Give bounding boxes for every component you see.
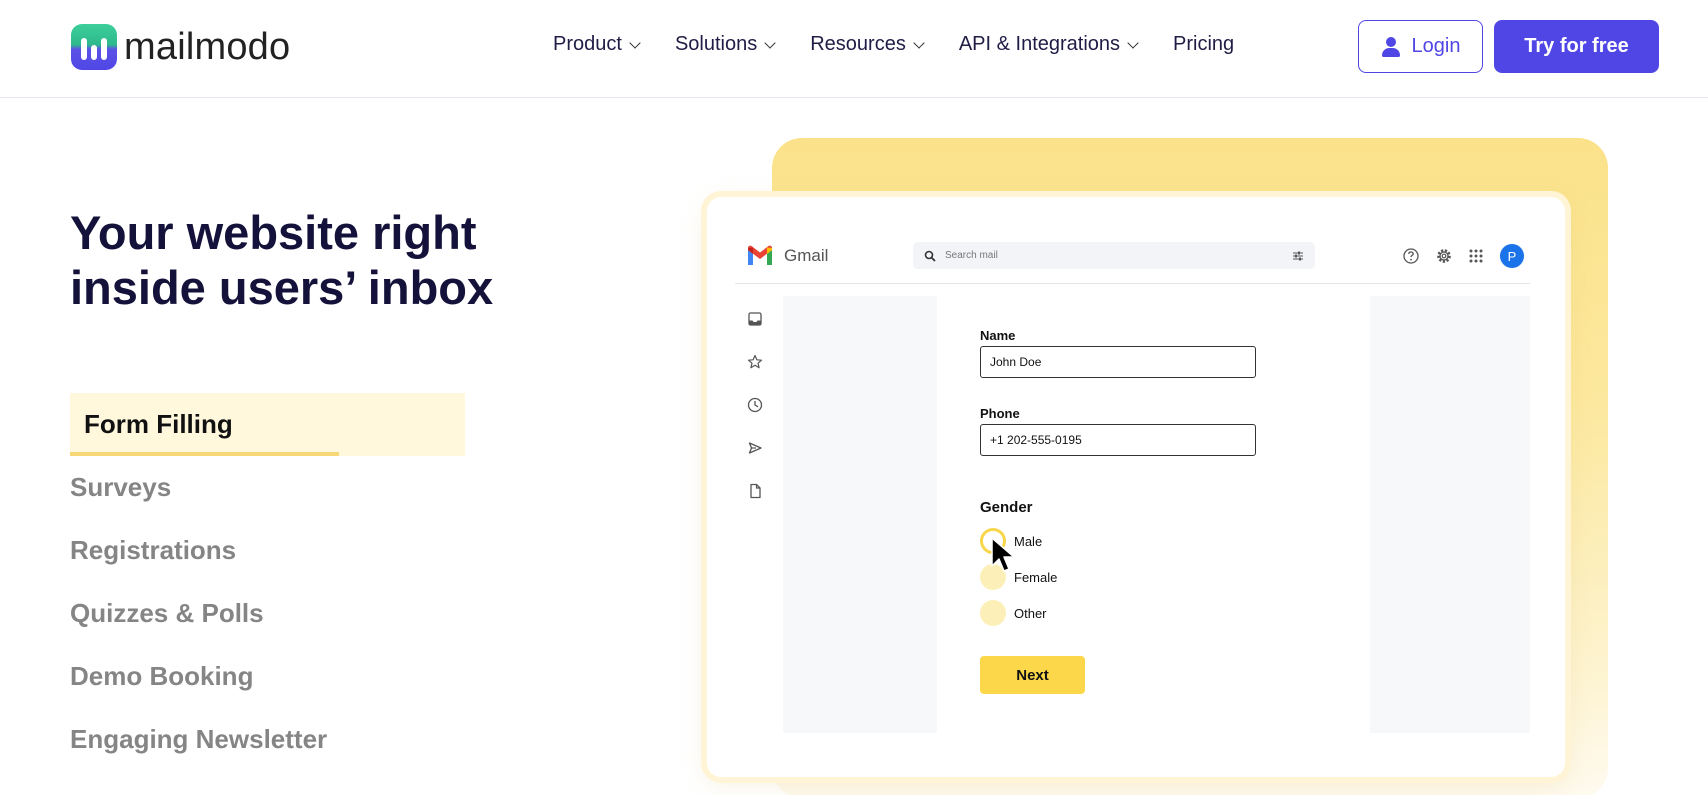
clock-icon[interactable] <box>746 396 764 414</box>
email-list-panel <box>783 296 937 733</box>
feature-tab-demo-booking[interactable]: Demo Booking <box>70 645 465 708</box>
hero-title: Your website right inside users’ inbox <box>70 206 494 314</box>
gender-option-other[interactable]: Other <box>980 600 1047 626</box>
login-label: Login <box>1411 35 1461 57</box>
gmail-search-bar[interactable]: Search mail <box>913 242 1315 269</box>
help-icon[interactable] <box>1402 247 1420 265</box>
nav-pricing-label: Pricing <box>1173 33 1235 55</box>
feature-tabs: Form Filling Surveys Registrations Quizz… <box>70 393 465 771</box>
mouse-pointer-icon <box>991 537 1015 572</box>
next-button[interactable]: Next <box>980 656 1085 694</box>
chevron-down-icon <box>1127 36 1139 49</box>
apps-grid-icon[interactable] <box>1467 247 1485 265</box>
gender-label: Gender <box>980 499 1033 516</box>
feature-tab-engaging-newsletter[interactable]: Engaging Newsletter <box>70 708 465 771</box>
nav-pricing[interactable]: Pricing <box>1173 33 1234 56</box>
gmail-header-divider <box>735 283 1530 284</box>
radio-label-other: Other <box>1014 605 1047 621</box>
phone-field-label: Phone <box>980 406 1020 421</box>
nav-api-integrations[interactable]: API & Integrations <box>958 33 1139 56</box>
login-button[interactable]: Login <box>1358 20 1483 73</box>
radio-label-male: Male <box>1014 533 1043 549</box>
draft-file-icon[interactable] <box>746 482 764 500</box>
feature-tab-registrations[interactable]: Registrations <box>70 519 465 582</box>
gmail-logo: Gmail <box>746 245 828 267</box>
try-for-free-button[interactable]: Try for free <box>1494 20 1659 73</box>
user-icon <box>1381 36 1401 57</box>
filter-sliders-icon[interactable] <box>1292 251 1304 261</box>
avatar[interactable]: P <box>1500 244 1524 268</box>
search-placeholder: Search mail <box>945 250 998 261</box>
star-icon[interactable] <box>746 353 764 371</box>
nav-resources-label: Resources <box>810 33 906 55</box>
search-icon <box>924 250 936 262</box>
radio-label-female: Female <box>1014 569 1058 585</box>
nav-resources[interactable]: Resources <box>810 33 925 56</box>
email-side-panel <box>1370 296 1530 733</box>
chevron-down-icon <box>913 36 925 49</box>
name-field[interactable]: John Doe <box>980 346 1256 378</box>
gmail-app-name: Gmail <box>784 246 829 265</box>
main-nav: Product Solutions Resources API & Integr… <box>553 33 1270 56</box>
radio-button-other[interactable] <box>980 600 1006 626</box>
chevron-down-icon <box>629 36 641 49</box>
chevron-down-icon <box>764 36 776 49</box>
inbox-icon[interactable] <box>746 310 764 328</box>
feature-tab-quizzes-polls[interactable]: Quizzes & Polls <box>70 582 465 645</box>
feature-tab-surveys[interactable]: Surveys <box>70 456 465 519</box>
nav-solutions-label: Solutions <box>674 33 758 55</box>
feature-tab-label: Form Filling <box>84 409 233 439</box>
brand-name: mailmodo <box>124 25 291 68</box>
gear-icon[interactable] <box>1435 247 1453 265</box>
phone-field[interactable]: +1 202-555-0195 <box>980 424 1256 456</box>
send-icon[interactable] <box>746 439 764 457</box>
site-header: mailmodo Product Solutions Resources API… <box>0 0 1708 98</box>
name-field-label: Name <box>980 328 1016 343</box>
gmail-m-icon <box>748 245 772 265</box>
nav-api-integrations-label: API & Integrations <box>958 33 1121 55</box>
nav-product[interactable]: Product <box>553 33 641 56</box>
mailmodo-logo[interactable]: mailmodo <box>71 24 290 70</box>
nav-product-label: Product <box>553 33 622 55</box>
mailmodo-logo-icon <box>71 24 117 70</box>
nav-solutions[interactable]: Solutions <box>674 33 776 56</box>
feature-tab-form-filling[interactable]: Form Filling <box>70 393 465 456</box>
